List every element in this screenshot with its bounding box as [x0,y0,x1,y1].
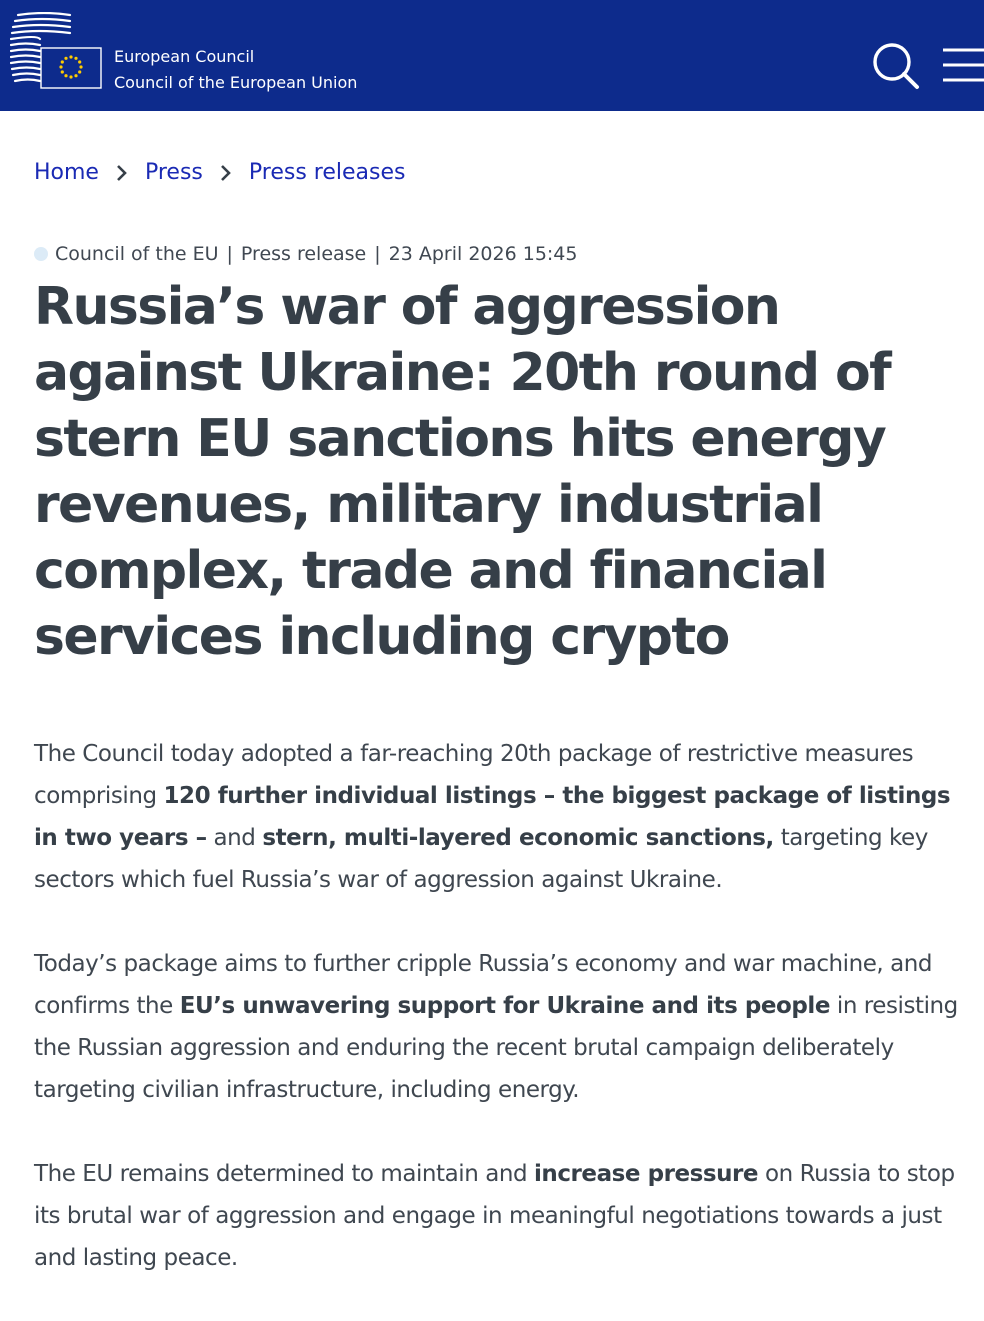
article-paragraph: Today’s package aims to further cripple … [34,943,969,1111]
paragraph-emphasis: increase pressure [533,1161,759,1187]
chevron-right-icon [220,164,231,181]
organization-name[interactable]: European Council Council of the European… [114,44,357,96]
breadcrumb-press-releases[interactable]: Press releases [249,160,406,185]
meta-source: Council of the EU [55,243,219,265]
meta-type: Press release [240,243,367,265]
meta-divider: | [226,243,233,265]
breadcrumb-separator [203,160,249,185]
breadcrumb-home[interactable]: Home [34,160,99,185]
paragraph-emphasis: stern, multi-layered economic sanctions, [262,825,774,851]
menu-button[interactable] [940,44,984,86]
paragraph-text: and [206,825,263,851]
source-dot-icon [34,247,48,261]
paragraph-text: The EU remains determined to maintain an… [34,1161,534,1187]
chevron-right-icon [117,164,127,181]
hamburger-menu-icon [943,48,984,82]
org-name-line-2: Council of the European Union [114,73,358,92]
article-body: The Council today adopted a far-reaching… [34,733,969,1321]
site-header: European Council Council of the European… [0,0,984,111]
search-button[interactable] [870,40,922,92]
article-paragraph: The Council today adopted a far-reaching… [34,733,969,901]
page-title: Russia’s war of aggression against Ukrai… [34,277,892,667]
press-release-meta: Council of the EU | Press release | 23 A… [34,241,578,267]
article-paragraph: The EU remains determined to maintain an… [34,1153,969,1279]
paragraph-emphasis: EU’s unwavering support for Ukraine and … [179,993,831,1019]
breadcrumb-press[interactable]: Press [145,160,203,185]
search-icon [873,43,919,89]
meta-divider: | [374,243,381,265]
breadcrumb-separator [99,160,145,185]
breadcrumb: Home Press Press releases [34,154,405,190]
meta-date: 23 April 2026 15:45 [388,243,578,265]
org-name-line-1: European Council [114,47,255,66]
eu-council-logo-icon[interactable] [10,12,105,92]
